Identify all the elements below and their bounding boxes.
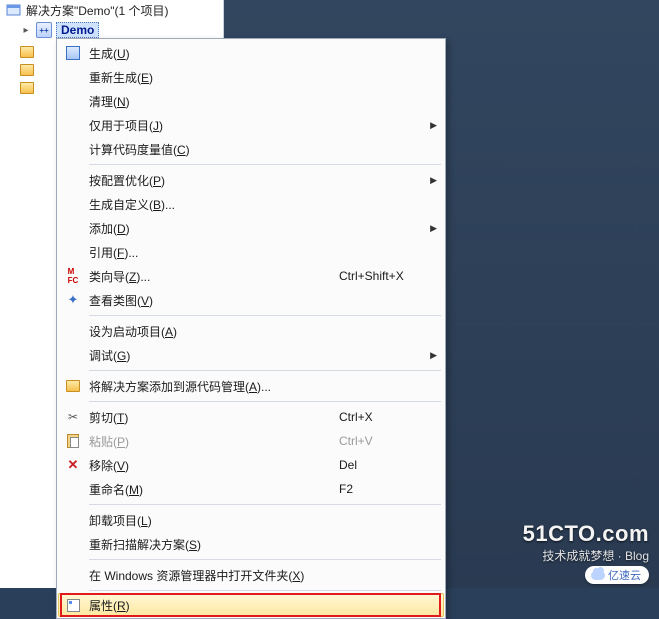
folder-icon[interactable] (20, 46, 34, 58)
project-context-menu: 生成(U) 重新生成(E) 清理(N) 仅用于项目(J) 计算代码度量值(C) … (56, 38, 446, 619)
menu-debug[interactable]: 调试(G) (59, 343, 443, 367)
project-icon: ++ (36, 22, 52, 38)
separator (89, 559, 441, 560)
separator (89, 590, 441, 591)
project-node[interactable]: ▸ ++ Demo (0, 20, 223, 40)
class-diagram-icon: ✦ (59, 292, 87, 308)
properties-icon (59, 599, 87, 612)
cloud-icon (591, 571, 605, 580)
menu-label: 剪切(T) (87, 409, 339, 426)
solution-node[interactable]: 解决方案"Demo"(1 个项目) (0, 0, 223, 20)
shortcut: Ctrl+X (339, 410, 429, 424)
menu-label: 生成自定义(B)... (87, 196, 429, 213)
menu-label: 调试(G) (87, 347, 429, 364)
solution-icon (6, 2, 22, 18)
menu-label: 在 Windows 资源管理器中打开文件夹(X) (87, 567, 429, 584)
shortcut: Ctrl+V (339, 434, 429, 448)
separator (89, 401, 441, 402)
menu-rename[interactable]: 重命名(M) F2 (59, 477, 443, 501)
folder-icon (59, 380, 87, 392)
menu-rebuild[interactable]: 重新生成(E) (59, 65, 443, 89)
menu-label: 添加(D) (87, 220, 429, 237)
menu-label: 计算代码度量值(C) (87, 141, 429, 158)
menu-properties[interactable]: 属性(R) (58, 593, 444, 617)
separator (89, 370, 441, 371)
tree-expand-icon[interactable]: ▸ (20, 25, 32, 36)
folder-icon[interactable] (20, 64, 34, 76)
menu-label: 属性(R) (87, 597, 429, 614)
menu-label: 重命名(M) (87, 481, 339, 498)
separator (89, 315, 441, 316)
menu-add[interactable]: 添加(D) (59, 216, 443, 240)
build-icon (59, 46, 87, 60)
menu-project-only[interactable]: 仅用于项目(J) (59, 113, 443, 137)
menu-label: 生成(U) (87, 45, 429, 62)
menu-build-customizations[interactable]: 生成自定义(B)... (59, 192, 443, 216)
watermark-main: 51CTO.com (523, 521, 649, 547)
project-children (20, 46, 34, 94)
menu-class-wizard[interactable]: MFC 类向导(Z)... Ctrl+Shift+X (59, 264, 443, 288)
watermark-sub: 技术成就梦想 · Blog (523, 547, 649, 564)
watermark-badge: 亿速云 (585, 566, 649, 584)
menu-label: 类向导(Z)... (87, 268, 339, 285)
separator (89, 504, 441, 505)
menu-label: 重新扫描解决方案(S) (87, 536, 429, 553)
menu-label: 将解决方案添加到源代码管理(A)... (87, 378, 429, 395)
menu-label: 引用(F)... (87, 244, 429, 261)
menu-code-metrics[interactable]: 计算代码度量值(C) (59, 137, 443, 161)
shortcut: Del (339, 458, 429, 472)
delete-icon: ✕ (59, 457, 87, 473)
menu-pgo[interactable]: 按配置优化(P) (59, 168, 443, 192)
menu-label: 粘贴(P) (87, 433, 339, 450)
menu-label: 查看类图(V) (87, 292, 429, 309)
separator (89, 164, 441, 165)
shortcut: F2 (339, 482, 429, 496)
solution-label: 解决方案"Demo"(1 个项目) (26, 2, 169, 19)
menu-build[interactable]: 生成(U) (59, 41, 443, 65)
menu-set-startup[interactable]: 设为启动项目(A) (59, 319, 443, 343)
menu-clean[interactable]: 清理(N) (59, 89, 443, 113)
mfc-icon: MFC (59, 267, 87, 285)
cut-icon: ✂ (59, 410, 87, 424)
folder-icon[interactable] (20, 82, 34, 94)
menu-remove[interactable]: ✕ 移除(V) Del (59, 453, 443, 477)
paste-icon (59, 434, 87, 448)
menu-rescan-solution[interactable]: 重新扫描解决方案(S) (59, 532, 443, 556)
menu-label: 卸载项目(L) (87, 512, 429, 529)
watermark: 51CTO.com 技术成就梦想 · Blog (523, 521, 649, 564)
menu-label: 清理(N) (87, 93, 429, 110)
menu-open-in-explorer[interactable]: 在 Windows 资源管理器中打开文件夹(X) (59, 563, 443, 587)
menu-label: 重新生成(E) (87, 69, 429, 86)
menu-references[interactable]: 引用(F)... (59, 240, 443, 264)
menu-add-source-control[interactable]: 将解决方案添加到源代码管理(A)... (59, 374, 443, 398)
menu-view-class-diagram[interactable]: ✦ 查看类图(V) (59, 288, 443, 312)
shortcut: Ctrl+Shift+X (339, 269, 429, 283)
menu-label: 按配置优化(P) (87, 172, 429, 189)
menu-label: 移除(V) (87, 457, 339, 474)
menu-label: 仅用于项目(J) (87, 117, 429, 134)
badge-text: 亿速云 (608, 567, 641, 583)
project-label: Demo (56, 22, 99, 38)
menu-unload-project[interactable]: 卸载项目(L) (59, 508, 443, 532)
menu-cut[interactable]: ✂ 剪切(T) Ctrl+X (59, 405, 443, 429)
menu-label: 设为启动项目(A) (87, 323, 429, 340)
menu-paste: 粘贴(P) Ctrl+V (59, 429, 443, 453)
